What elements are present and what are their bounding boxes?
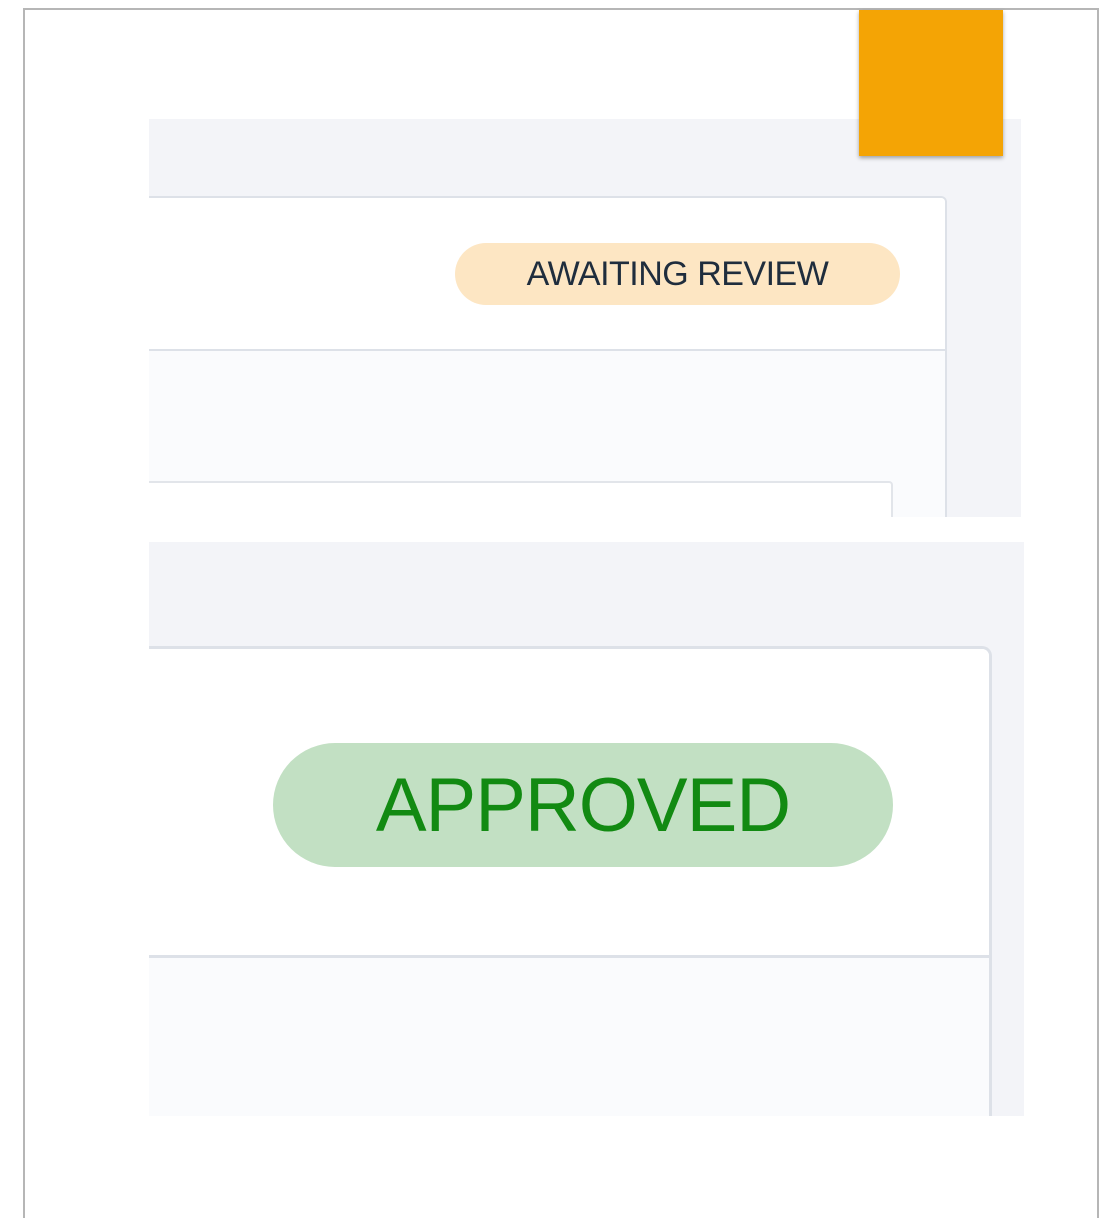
request-card-body [149, 958, 989, 1116]
request-panel-awaiting: AWAITING REVIEW [149, 119, 1021, 517]
request-card-header: AWAITING REVIEW [149, 198, 945, 351]
request-card: APPROVED [149, 646, 992, 1116]
request-card: AWAITING REVIEW [149, 196, 947, 517]
request-panel-approved: APPROVED [149, 542, 1024, 1116]
accent-tab [859, 10, 1003, 156]
request-card-body [149, 351, 945, 517]
request-card-header: APPROVED [149, 649, 989, 958]
request-detail-box [149, 481, 893, 517]
screenshot-frame: AWAITING REVIEW APPROVED [23, 8, 1099, 1218]
status-badge-approved: APPROVED [273, 743, 893, 867]
status-badge-awaiting-review: AWAITING REVIEW [455, 243, 900, 305]
